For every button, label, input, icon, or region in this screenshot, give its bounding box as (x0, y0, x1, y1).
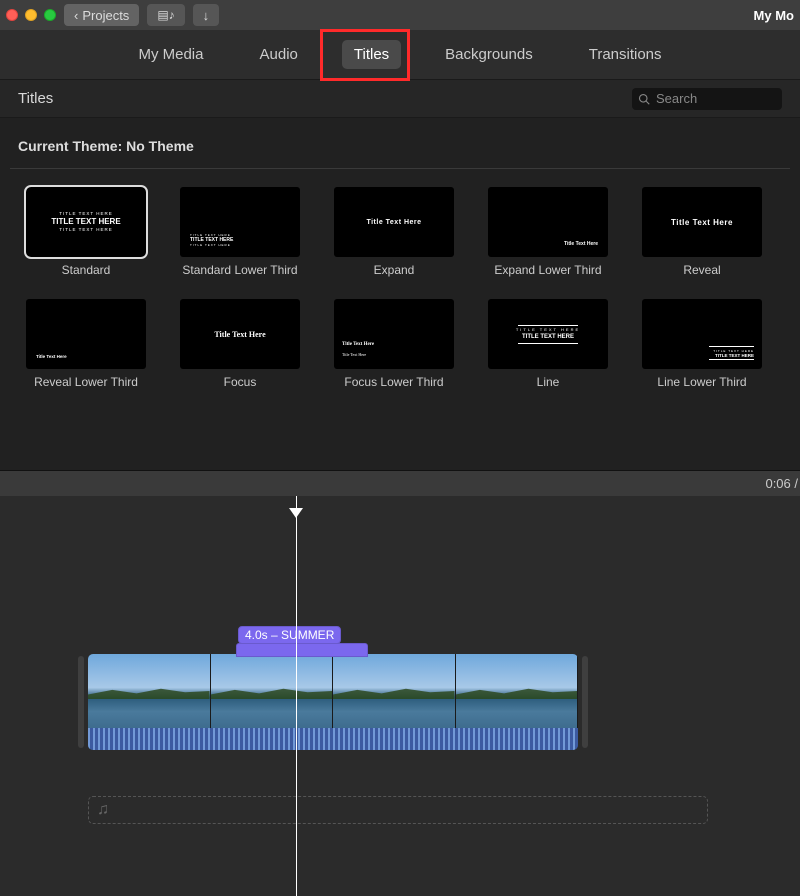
title-item-line[interactable]: TITLE TEXT HERETITLE TEXT HERE Line (478, 299, 618, 389)
section-label: Titles (18, 90, 53, 107)
title-thumbnail: Title Text HereTitle Text Here (334, 299, 454, 369)
time-display-bar: 0:06 / (0, 470, 800, 496)
title-thumbnail: Title Text Here (642, 187, 762, 257)
title-thumbnail: Title Text Here (180, 299, 300, 369)
title-item-standard-lower-third[interactable]: TITLE TEXT HERETITLE TEXT HERETITLE TEXT… (170, 187, 310, 277)
title-label: Focus Lower Third (344, 375, 443, 389)
titles-browser: Current Theme: No Theme TITLE TEXT HERET… (0, 118, 800, 470)
title-thumbnail: Title Text Here (26, 299, 146, 369)
tab-transitions[interactable]: Transitions (577, 40, 674, 69)
title-clip-summer[interactable]: 4.0s – SUMMER (238, 626, 341, 644)
tab-my-media[interactable]: My Media (126, 40, 215, 69)
title-item-reveal[interactable]: Title Text Here Reveal (632, 187, 772, 277)
search-icon (638, 93, 650, 105)
title-thumbnail: TITLE TEXT HERETITLE TEXT HERE (488, 299, 608, 369)
chevron-left-icon: ‹ (74, 8, 78, 23)
timeline-area[interactable]: 4.0s – SUMMER ♫ (0, 496, 800, 896)
title-item-reveal-lower-third[interactable]: Title Text Here Reveal Lower Third (16, 299, 156, 389)
back-label: Projects (82, 8, 129, 23)
titles-grid: TITLE TEXT HERETITLE TEXT HERETITLE TEXT… (10, 187, 790, 390)
title-thumbnail: TITLE TEXT HERETITLE TEXT HERETITLE TEXT… (180, 187, 300, 257)
playhead[interactable] (296, 496, 297, 896)
browser-subbar: Titles Search (0, 80, 800, 118)
download-arrow-icon: ↓ (203, 8, 210, 23)
title-label: Expand (374, 263, 415, 277)
title-label: Reveal (683, 263, 720, 277)
traffic-lights (6, 9, 56, 21)
media-filter-button[interactable]: ▤♪ (147, 4, 184, 26)
project-title: My Mo (754, 8, 794, 23)
title-label: Focus (224, 375, 257, 389)
clip-start-handle[interactable] (78, 656, 84, 748)
title-label: Reveal Lower Third (34, 375, 138, 389)
title-item-standard[interactable]: TITLE TEXT HERETITLE TEXT HERETITLE TEXT… (16, 187, 156, 277)
title-thumbnail: TITLE TEXT HERETITLE TEXT HERETITLE TEXT… (26, 187, 146, 257)
title-thumbnail: Title Text Here (334, 187, 454, 257)
music-note-icon: ♫ (97, 801, 109, 819)
tab-audio[interactable]: Audio (248, 40, 310, 69)
theme-heading: Current Theme: No Theme (10, 134, 790, 169)
search-input[interactable]: Search (632, 88, 782, 110)
title-label: Standard Lower Third (182, 263, 297, 277)
playhead-time: 0:06 / (765, 476, 800, 491)
title-label: Expand Lower Third (494, 263, 601, 277)
title-item-expand[interactable]: Title Text Here Expand (324, 187, 464, 277)
title-item-focus-lower-third[interactable]: Title Text HereTitle Text Here Focus Low… (324, 299, 464, 389)
clip-end-handle[interactable] (582, 656, 588, 748)
title-item-line-lower-third[interactable]: TITLE TEXT HERETITLE TEXT HERE Line Lowe… (632, 299, 772, 389)
audio-waveform (88, 728, 578, 750)
title-item-expand-lower-third[interactable]: Title Text Here Expand Lower Third (478, 187, 618, 277)
tab-backgrounds[interactable]: Backgrounds (433, 40, 545, 69)
title-thumbnail: Title Text Here (488, 187, 608, 257)
background-music-track[interactable]: ♫ (88, 796, 708, 824)
search-placeholder: Search (656, 91, 697, 106)
title-label: Line (537, 375, 560, 389)
close-icon[interactable] (6, 9, 18, 21)
title-item-focus[interactable]: Title Text Here Focus (170, 299, 310, 389)
window-toolbar: ‹ Projects ▤♪ ↓ My Mo (0, 0, 800, 30)
filmstrip-icon: ▤♪ (157, 8, 174, 22)
title-label: Standard (62, 263, 111, 277)
minimize-icon[interactable] (25, 9, 37, 21)
fullscreen-icon[interactable] (44, 9, 56, 21)
title-label: Line Lower Third (657, 375, 746, 389)
back-to-projects-button[interactable]: ‹ Projects (64, 4, 139, 26)
import-button[interactable]: ↓ (193, 4, 220, 26)
browser-tabs: My Media Audio Titles Backgrounds Transi… (0, 30, 800, 80)
tab-titles[interactable]: Titles (342, 40, 401, 69)
title-thumbnail: TITLE TEXT HERETITLE TEXT HERE (642, 299, 762, 369)
video-clip[interactable] (88, 654, 578, 750)
